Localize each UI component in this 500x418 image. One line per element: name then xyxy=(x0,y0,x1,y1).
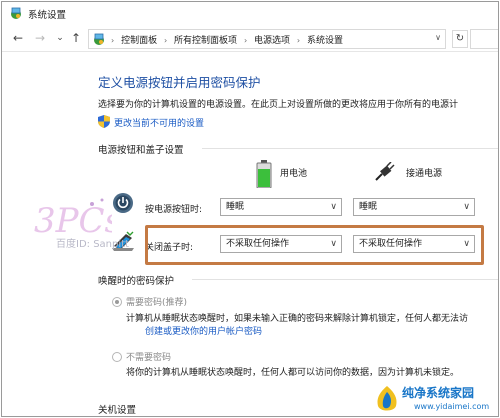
change-account-password-link[interactable]: 创建或更改你的用户帐户密码 xyxy=(145,324,262,337)
chevron-right-icon[interactable]: › xyxy=(164,36,167,45)
window: 系统设置 ← → ⌄ ↑ › 控制面板 › 所有控制面板项 › 电源选项 › 系… xyxy=(1,1,499,417)
page-title: 定义电源按钮并启用密码保护 xyxy=(98,75,261,90)
breadcrumb-item[interactable]: 控制面板 xyxy=(121,36,157,46)
breadcrumb-item[interactable]: 系统设置 xyxy=(307,36,343,46)
brand-logo-icon xyxy=(377,386,397,411)
divider xyxy=(202,148,498,149)
require-password-description: 计算机从睡眠状态唤醒时，如果未输入正确的密码来解除计算机锁定，任何人都无法访 xyxy=(126,314,469,324)
select-value: 睡眠 xyxy=(359,202,378,212)
chevron-down-icon: ∨ xyxy=(463,202,470,212)
breadcrumb-item[interactable]: 所有控制面板项 xyxy=(174,36,237,46)
power-button-battery-select[interactable]: 睡眠 ∨ xyxy=(220,198,342,216)
shield-icon xyxy=(98,115,110,128)
forward-button[interactable]: → xyxy=(32,30,48,46)
chevron-right-icon: › xyxy=(111,36,115,45)
column-header-battery: 用电池 xyxy=(280,169,308,179)
control-panel-icon xyxy=(11,7,21,19)
plug-icon xyxy=(375,162,395,181)
back-button[interactable]: ← xyxy=(10,30,26,46)
watermark-text: 百度ID: Sanpitt xyxy=(56,239,129,250)
chevron-right-icon[interactable]: › xyxy=(244,36,247,45)
up-button[interactable]: ↑ xyxy=(68,30,84,46)
no-password-label: 不需要密码 xyxy=(126,353,172,363)
chevron-right-icon[interactable]: › xyxy=(297,36,300,45)
search-input[interactable] xyxy=(470,29,498,49)
power-button-label: 按电源按钮时: xyxy=(145,205,203,215)
site-watermark: 纯净系统家园 www.yidaimei.com xyxy=(372,382,498,416)
section-title-password: 唤醒时的密码保护 xyxy=(98,276,175,287)
battery-icon xyxy=(256,160,272,188)
control-panel-icon xyxy=(94,33,104,45)
power-button-plugged-select[interactable]: 睡眠 ∨ xyxy=(353,198,475,216)
window-title: 系统设置 xyxy=(28,10,67,21)
highlight-box xyxy=(145,225,484,265)
recent-locations-button[interactable]: ⌄ xyxy=(52,30,68,46)
breadcrumb-item[interactable]: 电源选项 xyxy=(254,36,290,46)
refresh-button[interactable]: ↻ xyxy=(452,30,468,48)
page-description: 选择要为你的计算机设置的电源设置。在此页上对设置所做的更改将应用于你所有的电源计 xyxy=(98,100,459,110)
divider xyxy=(192,279,498,280)
change-unavailable-settings-link[interactable]: 更改当前不可用的设置 xyxy=(114,116,204,129)
no-password-description: 将你的计算机从睡眠状态唤醒时，任何人都可以访问你的数据，因为计算机未锁定。 xyxy=(126,368,460,378)
power-icon xyxy=(113,193,133,213)
address-bar[interactable]: › 控制面板 › 所有控制面板项 › 电源选项 › 系统设置 ∨ xyxy=(88,29,446,49)
breadcrumb: › 控制面板 › 所有控制面板项 › 电源选项 › 系统设置 xyxy=(111,33,347,46)
address-bar-row: ← → ⌄ ↑ › 控制面板 › 所有控制面板项 › 电源选项 › 系统设置 ∨… xyxy=(2,26,498,52)
brand-url: www.yidaimei.com xyxy=(414,402,490,411)
column-header-plugged-in: 接通电源 xyxy=(406,169,443,179)
require-password-radio[interactable] xyxy=(112,297,122,307)
title-bar: 系统设置 xyxy=(2,2,498,24)
chevron-down-icon[interactable]: ∨ xyxy=(435,33,441,42)
select-value: 睡眠 xyxy=(226,202,245,212)
watermark-logo: 3PCs xyxy=(34,198,112,238)
chevron-down-icon: ∨ xyxy=(330,202,337,212)
section-title-power: 电源按钮和盖子设置 xyxy=(98,145,184,156)
require-password-label: 需要密码(推荐) xyxy=(126,298,188,308)
brand-name: 纯净系统家园 xyxy=(402,386,475,400)
section-title-shutdown: 关机设置 xyxy=(98,405,137,416)
watermark-logo-text: 3PCs xyxy=(34,201,112,238)
no-password-radio[interactable] xyxy=(112,352,122,362)
